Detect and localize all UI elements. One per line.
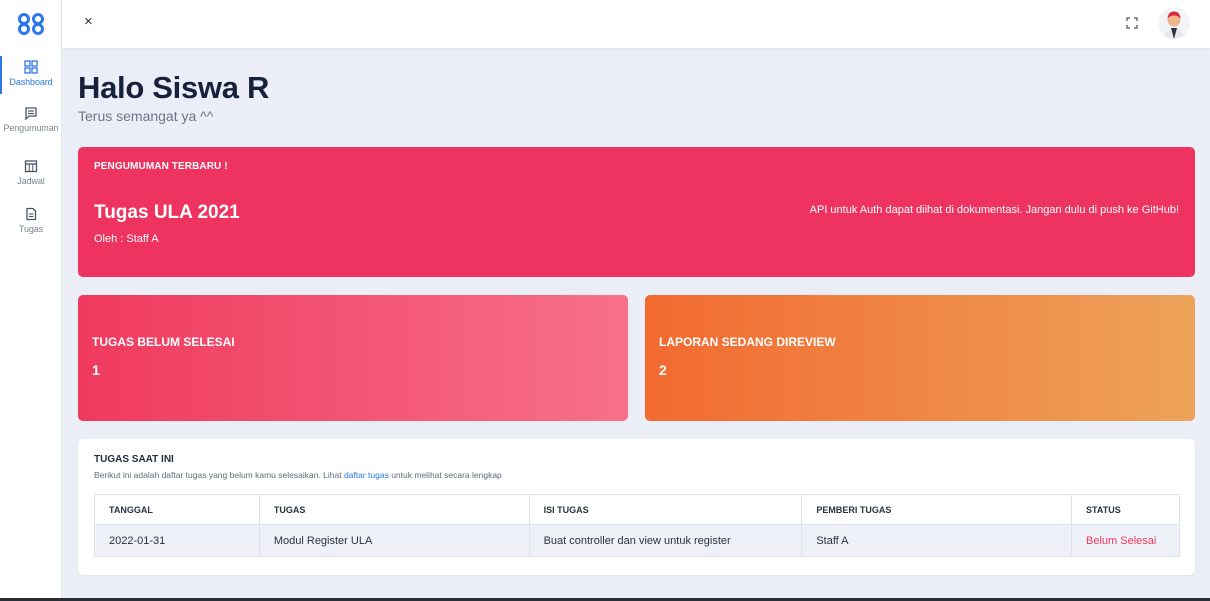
page-subtitle: Terus semangat ya ^^ [78,108,214,124]
sidebar-item-label: Jadwal [17,176,45,186]
sidebar-item-pengumuman[interactable]: Pengumuman [0,106,62,133]
tasks-description-prefix: Berikut ini adalah daftar tugas yang bel… [94,470,344,480]
stat-card-laporan-direview[interactable]: LAPORAN SEDANG DIREVIEW 2 [645,295,1195,421]
sidebar-item-dashboard[interactable]: Dashboard [0,56,62,94]
column-header-tanggal[interactable]: TANGGAL [94,494,260,525]
announcement-icon [25,107,37,120]
app-logo[interactable] [17,12,45,36]
announcement-title: Tugas ULA 2021 [94,202,240,223]
column-header-isi-tugas[interactable]: ISI TUGAS [528,494,803,525]
sidebar-item-jadwal[interactable]: Jadwal [0,159,62,186]
tasks-description: Berikut ini adalah daftar tugas yang bel… [94,470,502,480]
stat-label: LAPORAN SEDANG DIREVIEW [659,335,836,349]
schedule-icon [24,160,38,173]
sidebar-item-label: Tugas [18,224,44,234]
task-list-link[interactable]: daftar tugas [344,470,389,480]
sidebar-item-label: Pengumuman [3,123,59,133]
cell-pemberi-tugas: Staff A [801,524,1073,557]
page-title: Halo Siswa R [78,70,270,105]
tasks-table: TANGGAL TUGAS ISI TUGAS PEMBERI TUGAS ST… [94,494,1180,557]
announcement-description: API untuk Auth dapat diihat di dokumenta… [809,204,1179,216]
table-row[interactable]: 2022-01-31 Modul Register ULA Buat contr… [94,524,1180,557]
cell-tanggal: 2022-01-31 [94,524,260,557]
topbar: × [62,0,1210,48]
sidebar: Dashboard Pengumuman Jadwal Tugas [0,0,62,601]
stat-value: 1 [92,362,100,378]
fullscreen-icon[interactable] [1126,17,1138,29]
sidebar-item-tugas[interactable]: Tugas [0,207,62,234]
stat-label: TUGAS BELUM SELESAI [92,335,235,349]
tasks-description-suffix: untuk melihat secara lengkap [388,470,502,480]
announcement-card[interactable]: PENGUMUMAN TERBARU ! Tugas ULA 2021 Oleh… [78,147,1195,277]
cell-isi-tugas: Buat controller dan view untuk register [528,524,803,557]
task-icon [26,207,37,221]
close-sidebar-button[interactable]: × [84,12,100,32]
table-header-row: TANGGAL TUGAS ISI TUGAS PEMBERI TUGAS ST… [94,494,1180,525]
announcement-author: Oleh : Staff A [94,233,159,245]
dashboard-icon [24,60,38,74]
column-header-tugas[interactable]: TUGAS [258,494,530,525]
current-tasks-panel: TUGAS SAAT INI Berikut ini adalah daftar… [78,439,1195,575]
column-header-status[interactable]: STATUS [1071,494,1180,525]
column-header-pemberi-tugas[interactable]: PEMBERI TUGAS [801,494,1073,525]
avatar[interactable] [1158,7,1190,39]
sidebar-item-label: Dashboard [9,77,53,87]
announcement-heading: PENGUMUMAN TERBARU ! [94,161,228,172]
stat-card-tugas-belum-selesai[interactable]: TUGAS BELUM SELESAI 1 [78,295,628,421]
tasks-title: TUGAS SAAT INI [94,454,174,465]
status-badge: Belum Selesai [1071,524,1180,557]
stat-value: 2 [659,362,667,378]
cell-tugas: Modul Register ULA [258,524,530,557]
